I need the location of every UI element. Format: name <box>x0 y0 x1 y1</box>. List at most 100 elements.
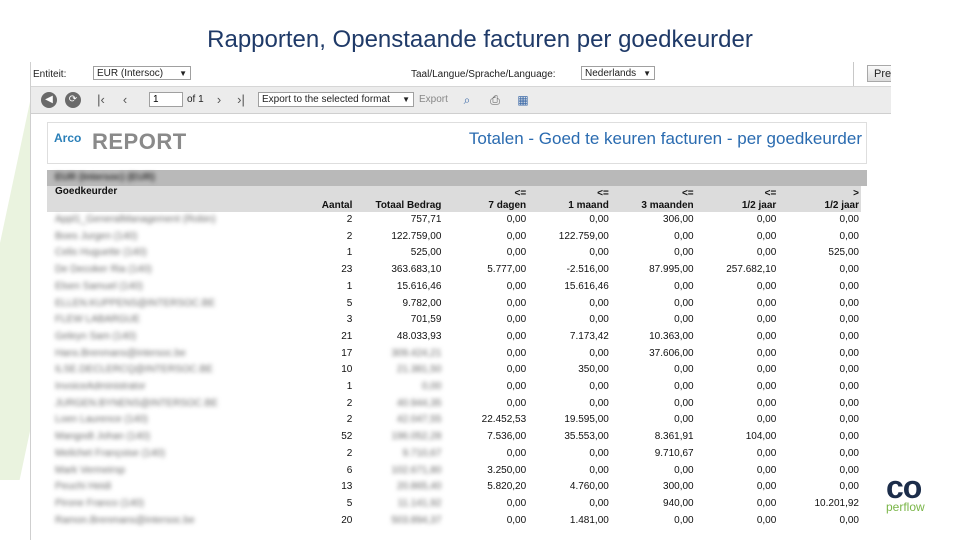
table-cell-d7: 0,00 <box>506 397 527 409</box>
table-cell-aantal: 5 <box>346 497 353 509</box>
table-cell-hj: 0,00 <box>756 230 777 242</box>
table-row: Elsen Samuel (140) 1 15.616,46 0,00 15.616,4… <box>47 279 861 296</box>
table-cell-gt: 0,00 <box>839 264 859 276</box>
table-cell-gt: 0,00 <box>839 214 859 225</box>
table-cell-totaal: 40.944,35 <box>396 397 442 409</box>
table-cell-name: ILSE.DECLERCQ@INTERSOC.BE <box>55 364 213 376</box>
first-page-icon[interactable]: |‹ <box>93 92 109 108</box>
export-format-value: Export to the selected format <box>262 94 390 105</box>
language-select[interactable]: Nederlands ▼ <box>581 66 655 80</box>
table-cell-d7: 0,00 <box>506 447 527 459</box>
table-cell-m3: 0,00 <box>674 230 694 242</box>
table-cell-gt: 0,00 <box>839 381 859 393</box>
table-cell-d7: 0,00 <box>506 330 527 342</box>
table-cell-name: Geleyn Sam (140) <box>55 330 137 342</box>
table-cell-hj: 0,00 <box>756 330 777 342</box>
table-cell-aantal: 2 <box>346 447 353 459</box>
table-cell-hj: 0,00 <box>756 280 777 292</box>
table-cell-aantal: 52 <box>341 431 353 443</box>
column-header: <= 1 maand <box>528 186 611 212</box>
table-cell-gt: 0,00 <box>839 447 859 459</box>
prev-page-icon[interactable]: ‹ <box>117 92 133 108</box>
table-cell-totaal: 9.782,00 <box>402 297 442 309</box>
table-cell-m3: 0,00 <box>674 280 694 292</box>
table-cell-d7: 0,00 <box>506 247 527 259</box>
entity-value: EUR (Intersoc) <box>97 68 164 79</box>
entity-select[interactable]: EUR (Intersoc) ▼ <box>93 66 191 80</box>
table-cell-gt: 0,00 <box>839 414 859 426</box>
table-cell-aantal: 17 <box>341 347 353 359</box>
page-count-text: of 1 <box>187 94 204 105</box>
table-cell-d7: 0,00 <box>506 497 527 509</box>
table-cell-d7: 0,00 <box>506 381 527 393</box>
table-cell-aantal: 2 <box>346 397 353 409</box>
table-cell-gt: 0,00 <box>839 464 859 476</box>
table-cell-hj: 0,00 <box>756 247 777 259</box>
table-cell-hj: 0,00 <box>756 514 777 526</box>
table-cell-name: ELLEN.KUPPENS@INTERSOC.BE <box>55 297 216 309</box>
table-cell-m1: 4.760,00 <box>569 481 609 493</box>
table-cell-hj: 0,00 <box>756 314 777 326</box>
divider <box>853 62 854 86</box>
page-number-input[interactable] <box>149 92 183 107</box>
table-cell-totaal: 15.616,46 <box>396 280 442 292</box>
table-cell-m3: 0,00 <box>674 247 694 259</box>
table-cell-d7: 0,00 <box>506 280 527 292</box>
table-cell-totaal: 21.381,50 <box>396 364 442 376</box>
table-cell-m1: 19.595,00 <box>564 414 609 426</box>
table-cell-m1: 0,00 <box>589 381 609 393</box>
table-cell-d7: 5.777,00 <box>487 264 527 276</box>
brand-logo: co perflow <box>880 471 960 522</box>
table-cell-hj: 0,00 <box>756 364 777 376</box>
table-cell-aantal: 2 <box>346 230 353 242</box>
table-cell-hj: 0,00 <box>756 397 777 409</box>
table-cell-m1: 0,00 <box>589 214 609 225</box>
table-cell-hj: 0,00 <box>756 481 777 493</box>
table-row: ELLEN.KUPPENS@INTERSOC.BE 5 9.782,00 0,00 0,… <box>47 296 861 313</box>
table-cell-totaal: 9.710,67 <box>402 447 442 459</box>
table-cell-aantal: 1 <box>346 280 353 292</box>
table-cell-totaal: 196.052,28 <box>391 431 442 443</box>
refresh-icon[interactable]: ⟳ <box>65 92 81 108</box>
chevron-down-icon: ▼ <box>402 95 410 104</box>
table-cell-hj: 0,00 <box>756 447 777 459</box>
column-header: >1/2 jaar <box>778 186 861 212</box>
table-cell-m3: 37.606,00 <box>649 347 694 359</box>
table-cell-aantal: 1 <box>346 381 353 393</box>
table-cell-gt: 0,00 <box>839 230 859 242</box>
table-row: De Decoker Ria (140) 23 363.683,10 5.777,00… <box>47 262 861 279</box>
table-cell-m1: 0,00 <box>589 464 609 476</box>
table-cell-m1: 15.616,46 <box>564 280 609 292</box>
zoom-icon[interactable]: ⌕ <box>459 92 475 108</box>
next-page-icon[interactable]: › <box>211 92 227 108</box>
table-cell-m3: 8.361,91 <box>654 431 694 443</box>
table-cell-d7: 0,00 <box>506 364 527 376</box>
table-cell-gt: 0,00 <box>839 280 859 292</box>
table-cell-aantal: 20 <box>341 514 353 526</box>
table-cell-aantal: 3 <box>346 314 353 326</box>
table-cell-name: Ramon.Brenmans@intersoc.be <box>55 514 195 526</box>
column-header: Aantal <box>299 186 355 212</box>
table-cell-name: Celis Huguette (140) <box>55 247 147 259</box>
table-cell-m1: -2.516,00 <box>566 264 609 276</box>
table-cell-m3: 9.710,67 <box>654 447 694 459</box>
export-format-select[interactable]: Export to the selected format ▼ <box>258 92 414 107</box>
table-row: Appl1_GeneralManagement (Robin) 2 757,71 0,… <box>47 212 861 229</box>
print-icon[interactable]: ⎙ <box>487 92 503 108</box>
table-cell-m3: 0,00 <box>674 364 694 376</box>
table-cell-totaal: 11.141,92 <box>397 497 442 509</box>
table-cell-hj: 104,00 <box>745 431 777 443</box>
last-page-icon[interactable]: ›| <box>233 92 249 108</box>
table-cell-totaal: 309.424,21 <box>391 347 442 359</box>
table-cell-d7: 0,00 <box>506 314 527 326</box>
table-cell-totaal: 525,00 <box>410 247 442 259</box>
preview-button[interactable]: Pre <box>867 65 891 82</box>
table-cell-name: Appl1_GeneralManagement (Robin) <box>55 214 216 225</box>
table-row: Hans.Brenmans@intersoc.be 17 309.424,21 0,0… <box>47 346 861 363</box>
table-cell-hj: 0,00 <box>756 414 777 426</box>
export-data-icon[interactable]: ▦ <box>515 92 531 108</box>
export-link[interactable]: Export <box>419 94 448 105</box>
table-cell-totaal: 701,59 <box>410 314 442 326</box>
back-icon[interactable]: ◀ <box>41 92 57 108</box>
table-cell-m3: 10.363,00 <box>649 330 694 342</box>
